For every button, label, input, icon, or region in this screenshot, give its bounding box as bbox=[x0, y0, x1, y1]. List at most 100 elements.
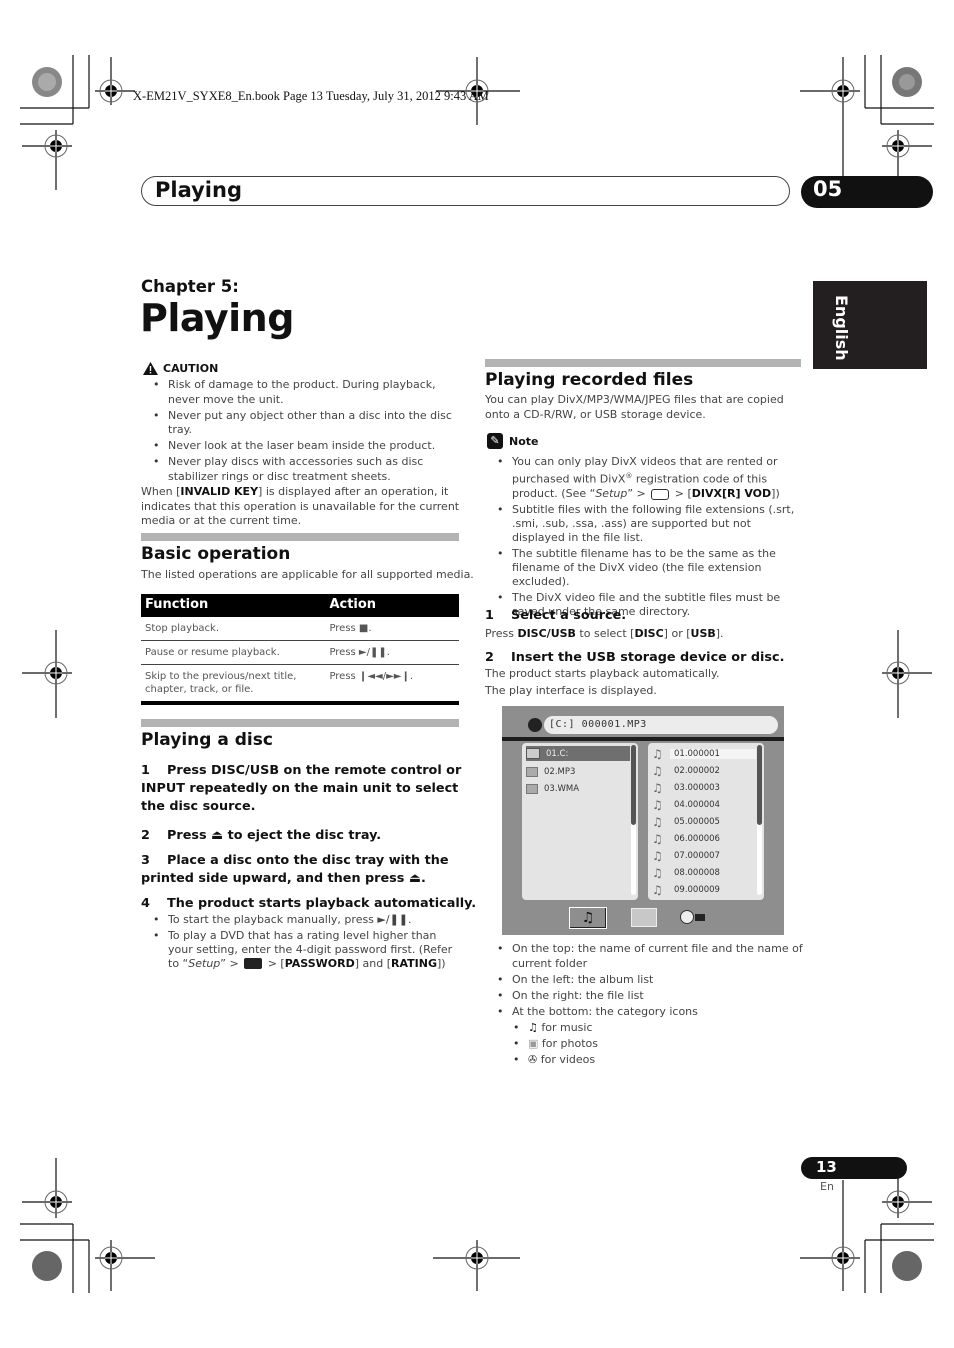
folder-icon bbox=[526, 783, 538, 794]
music-file-icon: ♫ bbox=[652, 865, 663, 880]
column-header-function: Function bbox=[141, 594, 326, 617]
text: ” > bbox=[220, 956, 243, 970]
pencil-note-icon: ✎ bbox=[487, 433, 503, 449]
rating-label: RATING bbox=[391, 956, 437, 970]
disc-step-4: 4 The product starts playback automatical… bbox=[141, 895, 476, 913]
file-name: 09.000009 bbox=[674, 884, 720, 895]
album-item[interactable]: 01.C: bbox=[526, 746, 630, 761]
file-name: 05.000005 bbox=[674, 816, 720, 827]
file-list-panel: ♫ 01.000001 ♫ 02.000002 ♫ 03.000003 ♫ 04.000004… bbox=[648, 743, 764, 900]
usb-option: USB bbox=[690, 627, 716, 640]
text: ] or [ bbox=[663, 627, 691, 640]
note-label: Note bbox=[509, 434, 539, 448]
album-item[interactable]: 03.WMA bbox=[526, 781, 630, 796]
operations-table: Function Action Stop playback. Press ■. P… bbox=[141, 594, 459, 705]
text: Press bbox=[485, 627, 518, 640]
category-legend-item: ✇ for videos bbox=[501, 1053, 803, 1068]
divx-settings-icon bbox=[651, 488, 670, 500]
table-row: Stop playback. Press ■. bbox=[141, 617, 459, 641]
playing-disc-title: Playing a disc bbox=[141, 730, 273, 750]
category-legend-item: ♫ for music bbox=[501, 1021, 803, 1036]
category-legend-list: ♫ for music ▣ for photos ✇ for videos bbox=[485, 1021, 803, 1068]
current-path-bar: [C:] 000001.MP3 bbox=[544, 716, 778, 734]
text: to select [ bbox=[575, 627, 635, 640]
file-name: 06.000006 bbox=[674, 833, 720, 844]
album-item[interactable]: 02.MP3 bbox=[526, 764, 630, 779]
category-music-button[interactable]: ♫ bbox=[569, 907, 607, 929]
password-label: PASSWORD bbox=[284, 956, 355, 970]
text: ]. bbox=[715, 627, 724, 640]
chapter-number-badge: 05 bbox=[801, 176, 933, 208]
file-name: 01.000001 bbox=[670, 748, 756, 759]
table-row: Skip to the previous/next title, chapter… bbox=[141, 664, 459, 705]
caution-item: Never look at the laser beam inside the … bbox=[141, 439, 466, 454]
text: for photos bbox=[538, 1037, 598, 1051]
file-name: 02.000002 bbox=[674, 765, 720, 776]
step-text: The product starts playback automaticall… bbox=[167, 896, 477, 911]
files-step-1-desc: Press DISC/USB to select [DISC] or [USB]… bbox=[485, 627, 724, 642]
page-number-badge: 13 bbox=[801, 1157, 907, 1179]
step-text: Press DISC/USB on the remote control or … bbox=[141, 763, 462, 814]
caution-item: Never put any object other than a disc i… bbox=[141, 409, 466, 438]
cell-action: Press ►/❚❚. bbox=[325, 640, 459, 665]
disc-note: To start the playback manually, press ►/… bbox=[141, 913, 463, 927]
category-videos-button[interactable] bbox=[674, 907, 710, 927]
scroll-thumb[interactable] bbox=[757, 745, 762, 825]
music-file-icon: ♫ bbox=[652, 848, 663, 863]
invalid-key-paragraph: When [INVALID KEY] is displayed after an… bbox=[141, 485, 466, 529]
file-item[interactable]: ♫ 01.000001 bbox=[652, 746, 756, 761]
disc-step-1: 1 Press DISC/USB on the remote control or… bbox=[141, 762, 463, 816]
text: ] and [ bbox=[354, 956, 392, 970]
file-scrollbar[interactable] bbox=[757, 745, 762, 895]
legend-item: On the left: the album list bbox=[485, 973, 803, 988]
file-item[interactable]: ♫ 04.000004 bbox=[652, 797, 756, 812]
file-item[interactable]: ♫ 02.000002 bbox=[652, 763, 756, 778]
disc-icon bbox=[528, 718, 542, 732]
photos-icon bbox=[631, 907, 657, 927]
disc-notes: To start the playback manually, press ►/… bbox=[141, 913, 463, 972]
file-item[interactable]: ♫ 09.000009 bbox=[652, 882, 756, 897]
recorded-note: You can only play DivX videos that are r… bbox=[485, 455, 803, 501]
album-scrollbar[interactable] bbox=[631, 745, 636, 895]
caution-item: Never play discs with accessories such a… bbox=[141, 455, 466, 484]
file-item[interactable]: ♫ 03.000003 bbox=[652, 780, 756, 795]
category-legend-item: ▣ for photos bbox=[501, 1037, 803, 1052]
caution-item: Risk of damage to the product. During pl… bbox=[141, 378, 466, 407]
scroll-thumb[interactable] bbox=[631, 745, 636, 825]
section-divider bbox=[141, 533, 459, 541]
album-name: 02.MP3 bbox=[544, 766, 576, 777]
album-name: 03.WMA bbox=[544, 783, 580, 794]
text: for videos bbox=[537, 1053, 596, 1067]
music-file-icon: ♫ bbox=[652, 780, 663, 795]
category-photos-button[interactable] bbox=[626, 907, 662, 927]
files-step-2: 2 Insert the USB storage device or disc. bbox=[485, 649, 784, 667]
album-list-panel: 01.C: 02.MP3 03.WMA bbox=[522, 743, 638, 900]
chapter-label: Chapter 5: bbox=[141, 277, 239, 296]
folder-icon bbox=[526, 766, 538, 777]
video-reel-icon: ✇ bbox=[528, 1053, 538, 1067]
column-header-action: Action bbox=[325, 594, 459, 617]
file-item[interactable]: ♫ 05.000005 bbox=[652, 814, 756, 829]
file-item[interactable]: ♫ 06.000006 bbox=[652, 831, 756, 846]
section-divider bbox=[485, 359, 801, 367]
recorded-notes: You can only play DivX videos that are r… bbox=[485, 455, 803, 621]
system-settings-icon bbox=[244, 958, 263, 969]
table-row: Pause or resume playback. Press ►/❚❚. bbox=[141, 640, 459, 665]
step-number: 3 bbox=[141, 853, 150, 868]
recorded-files-title: Playing recorded files bbox=[485, 370, 694, 390]
files-step-2-line1: The product starts playback automaticall… bbox=[485, 667, 720, 680]
caution-list: Risk of damage to the product. During pl… bbox=[141, 378, 466, 485]
music-note-icon: ♫ bbox=[528, 1020, 538, 1034]
cell-function: Stop playback. bbox=[141, 617, 326, 641]
file-item[interactable]: ♫ 08.000008 bbox=[652, 865, 756, 880]
photos-icon: ▣ bbox=[528, 1037, 539, 1051]
cell-action: Press ❙◄◄/►►❙. bbox=[325, 664, 459, 705]
interface-legend: On the top: the name of current file and… bbox=[485, 942, 803, 1069]
language-tab: English bbox=[813, 281, 927, 369]
page-language: En bbox=[820, 1180, 834, 1193]
legend-item: On the top: the name of current file and… bbox=[485, 942, 803, 971]
file-item[interactable]: ♫ 07.000007 bbox=[652, 848, 756, 863]
music-file-icon: ♫ bbox=[652, 831, 663, 846]
invalid-key-label: INVALID KEY bbox=[180, 485, 259, 499]
text: > [ bbox=[671, 487, 692, 501]
